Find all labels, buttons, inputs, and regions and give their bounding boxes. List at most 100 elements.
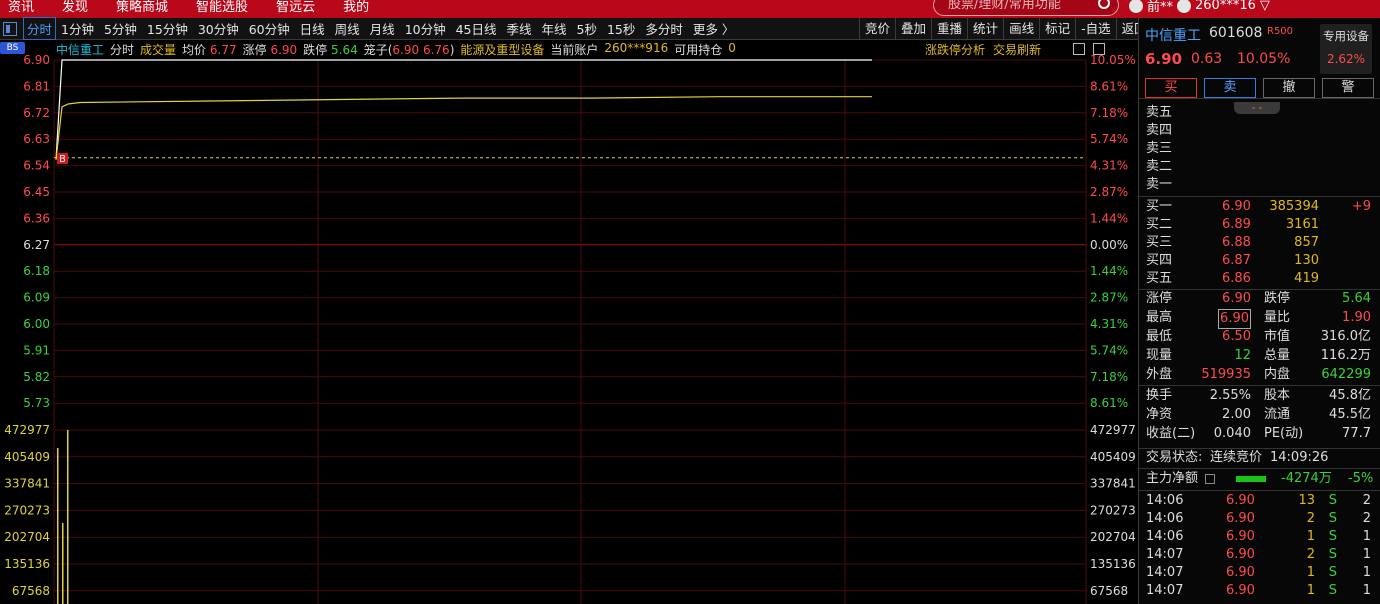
tab-period[interactable]: 60分钟 (244, 19, 295, 38)
price-tick-label: 6.36 (23, 211, 50, 225)
stat-label: 外盘 (1146, 367, 1173, 382)
tick-count: 1 (1362, 529, 1371, 544)
bid-label: 买一 (1146, 199, 1173, 214)
bid-volume: 3161 (1285, 217, 1319, 232)
user-menu[interactable]: 前** 260***16 ▽ (1129, 0, 1270, 15)
overlay-button[interactable]: 叠加 (895, 18, 931, 40)
window-icon[interactable] (1073, 43, 1085, 55)
auction-button[interactable]: 竞价 (859, 18, 895, 40)
stat-row: 最低 6.50 市值 316.0亿 (1139, 328, 1380, 346)
tab-more[interactable]: 更多 〉 (688, 19, 739, 38)
price-tick-label: 5.73 (23, 396, 50, 410)
layout-icon[interactable] (3, 21, 17, 36)
menu-item[interactable]: 发现 (62, 0, 88, 15)
tab-period[interactable]: 45日线 (451, 19, 502, 38)
search-icon[interactable] (1098, 0, 1110, 9)
fundamental-label: 收益(二) (1146, 426, 1196, 441)
stat-row: 最高 6.90 量比 1.90 (1139, 309, 1380, 329)
stat-row: 外盘 519935 内盘 642299 (1139, 366, 1380, 384)
tab-period[interactable]: 15秒 (602, 19, 640, 38)
trade-refresh-link[interactable]: 交易刷新 (993, 41, 1041, 58)
pct-tick-label: 1.44% (1090, 211, 1128, 225)
menu-item[interactable]: 资讯 (8, 0, 34, 15)
limit-analysis-link[interactable]: 涨跌停分析 (925, 41, 985, 58)
bid-row[interactable]: 买五 6.86 419 (1139, 270, 1380, 288)
volume-bar (62, 523, 64, 604)
menu-item[interactable]: 智远云 (276, 0, 315, 15)
stat-value: 316.0亿 (1320, 329, 1371, 344)
stat-value: 5.64 (1342, 291, 1371, 306)
alert-button[interactable]: 警 (1322, 78, 1374, 98)
account-value[interactable]: 260***916 (604, 41, 668, 58)
tab-period[interactable]: 日线 (295, 19, 330, 38)
stock-code: 601608 (1209, 25, 1263, 41)
volume-tick-label-right: 270273 (1090, 503, 1136, 517)
avatar-icon (1129, 0, 1143, 13)
info-icon[interactable] (1205, 474, 1215, 484)
tab-period[interactable]: 5分钟 (99, 19, 142, 38)
flow-value: -4274万 (1281, 471, 1332, 486)
fundamental-value: 0.040 (1213, 426, 1251, 441)
fundamental-label: 净资 (1146, 407, 1173, 422)
tick-volume: 1 (1306, 583, 1315, 598)
stat-value: 6.50 (1222, 329, 1251, 344)
buy-button[interactable]: 买 (1145, 78, 1197, 98)
draw-line-button[interactable]: 画线 (1003, 18, 1039, 40)
tab-period[interactable]: 1分钟 (56, 19, 99, 38)
chart-canvas[interactable]: 6.90 10.05%6.81 8.61%6.72 7.18%6.63 5.74%6.5… (0, 40, 1138, 604)
bs-toggle-badge[interactable]: BS (0, 42, 25, 54)
price-tick-label: 6.72 (23, 106, 50, 120)
stats-button[interactable]: 统计 (967, 18, 1003, 40)
tab-period[interactable]: 多分时 (640, 19, 688, 38)
cage-end: ) (449, 43, 455, 57)
tab-period[interactable]: 5秒 (572, 19, 602, 38)
tick-time: 14:06 (1146, 493, 1184, 508)
sector-card[interactable]: 专用设备 2.62% (1320, 24, 1372, 74)
tick-row: 14:06 6.90 1 S 1 (1139, 528, 1380, 546)
bid-row[interactable]: 买四 6.87 130 (1139, 252, 1380, 270)
chart-toolbar: 竞价 叠加 重播 统计 画线 标记 -自选 返回 (859, 18, 1152, 40)
replay-button[interactable]: 重播 (931, 18, 967, 40)
chevron-down-icon[interactable]: ▽ (1260, 0, 1270, 13)
sell-button[interactable]: 卖 (1204, 78, 1256, 98)
sector-link[interactable]: 能源及重型设备 (460, 41, 544, 58)
close-icon[interactable] (1093, 43, 1105, 55)
volume-tick-label: 202704 (4, 530, 50, 544)
volume-tick-label-right: 405409 (1090, 450, 1136, 464)
intraday-chart[interactable]: 6.90 10.05% 6.81 8.61% 6.72 7.18% 6.63 5.74% 6.5… (0, 40, 1138, 604)
bid-row[interactable]: 买一 6.90 385394 +9 (1139, 198, 1380, 216)
cancel-order-button[interactable]: 撤 (1263, 78, 1315, 98)
remove-watchlist-button[interactable]: -自选 (1075, 18, 1116, 40)
search-input[interactable]: 股票/理财/常用功能 (933, 0, 1119, 16)
tab-period[interactable]: 月线 (365, 19, 400, 38)
bid-row[interactable]: 买二 6.89 3161 (1139, 216, 1380, 234)
menu-item[interactable]: 我的 (343, 0, 369, 15)
ask-row: 卖五 (1139, 104, 1380, 122)
tab-period[interactable]: 年线 (537, 19, 572, 38)
stat-label: 跌停 (1264, 291, 1291, 306)
tab-intraday[interactable]: 分时 (23, 17, 57, 40)
menu-item[interactable]: 策略商城 (116, 0, 168, 15)
price-tick-label: 6.00 (23, 317, 50, 331)
tick-time: 14:07 (1146, 565, 1184, 580)
menu-item[interactable]: 智能选股 (196, 0, 248, 15)
tick-price: 6.90 (1226, 547, 1255, 562)
tab-period[interactable]: 10分钟 (400, 19, 451, 38)
tab-period[interactable]: 季线 (502, 19, 537, 38)
bid-change: +9 (1351, 199, 1371, 214)
fundamental-value: 45.8亿 (1329, 388, 1371, 403)
pct-tick-label: 5.74% (1090, 343, 1128, 357)
tick-count: 1 (1362, 565, 1371, 580)
bid-volume: 857 (1294, 235, 1319, 250)
tick-count: 1 (1362, 547, 1371, 562)
bid-price: 6.86 (1222, 271, 1251, 286)
tick-time: 14:07 (1146, 547, 1184, 562)
stat-value: 642299 (1321, 367, 1371, 382)
tab-period[interactable]: 周线 (330, 19, 365, 38)
bid-row[interactable]: 买三 6.88 857 (1139, 234, 1380, 252)
tick-price: 6.90 (1226, 565, 1255, 580)
tab-period[interactable]: 30分钟 (193, 19, 244, 38)
volume-tick-label: 67568 (12, 584, 50, 598)
tab-period[interactable]: 15分钟 (142, 19, 193, 38)
mark-button[interactable]: 标记 (1039, 18, 1075, 40)
